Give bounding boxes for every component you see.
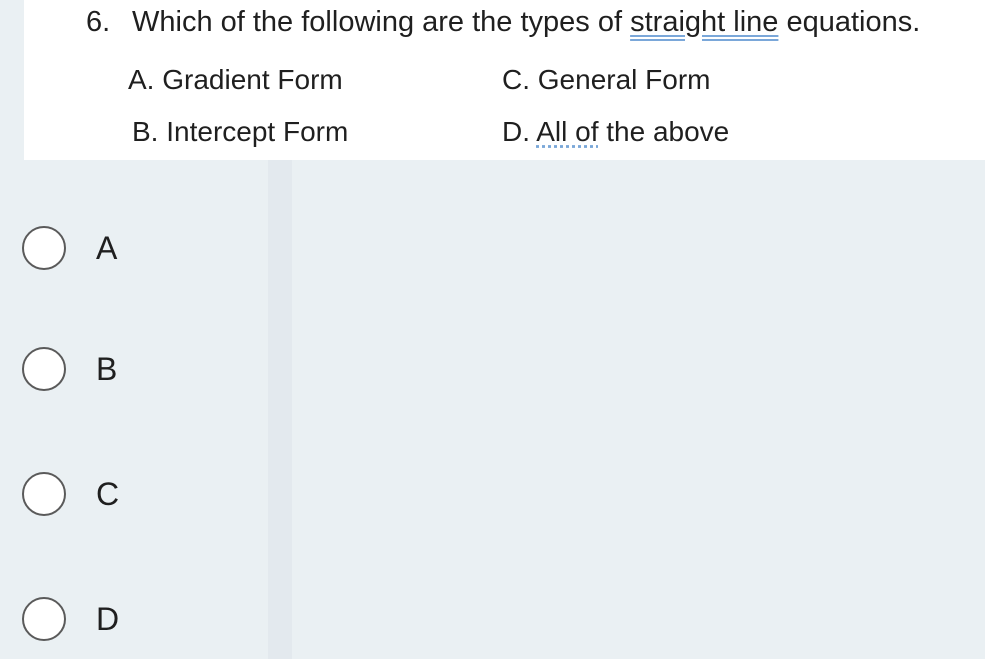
background-stripe bbox=[268, 160, 292, 659]
radio-button-d[interactable] bbox=[22, 597, 66, 641]
option-d-prefix: D. bbox=[502, 116, 537, 147]
choice-a-label: A bbox=[96, 229, 118, 266]
choice-c[interactable]: C bbox=[22, 469, 119, 519]
option-d-underlined: All of bbox=[536, 116, 599, 147]
choice-b[interactable]: B bbox=[22, 344, 117, 394]
question-text-underlined: straight line bbox=[630, 6, 779, 38]
radio-button-a[interactable] bbox=[22, 226, 66, 270]
choice-b-label: B bbox=[96, 350, 118, 387]
radio-button-b[interactable] bbox=[22, 347, 66, 391]
option-b-text: B. Intercept Form bbox=[132, 116, 349, 147]
question-text-after: equations. bbox=[778, 6, 921, 38]
question-text-before: Which of the following are the types of bbox=[132, 6, 631, 38]
choice-c-label: C bbox=[96, 475, 120, 512]
question-number: 6. bbox=[86, 6, 111, 38]
choice-d[interactable]: D bbox=[22, 594, 119, 644]
radio-button-c[interactable] bbox=[22, 472, 66, 516]
question-text: 6. Which of the following are the types o… bbox=[86, 6, 920, 39]
option-d-text: D. All of the above bbox=[502, 116, 729, 148]
option-d-suffix: the above bbox=[598, 116, 730, 147]
question-card: 6. Which of the following are the types o… bbox=[24, 0, 985, 160]
option-c-text: C. General Form bbox=[502, 64, 711, 95]
option-a-text: A. Gradient Form bbox=[128, 64, 343, 95]
choice-d-label: D bbox=[96, 600, 120, 637]
choice-a[interactable]: A bbox=[22, 223, 117, 273]
